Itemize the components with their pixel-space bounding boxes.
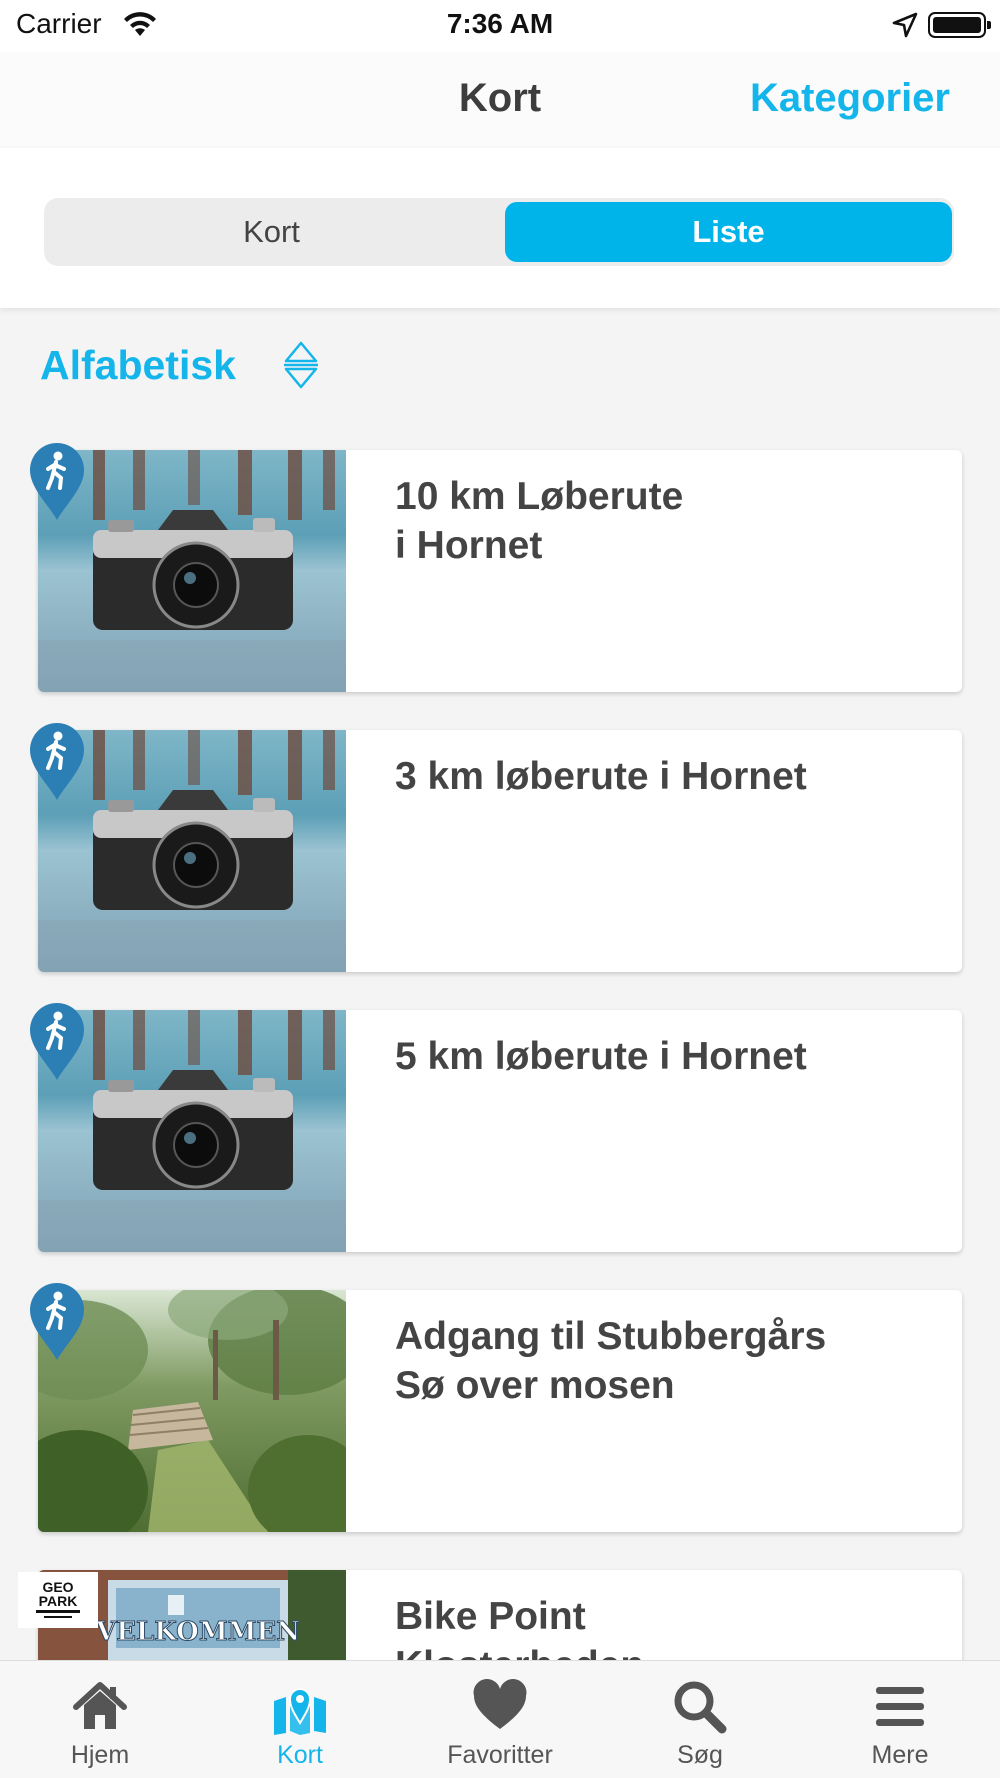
- list-item-title: 5 km løberute i Hornet: [395, 1035, 807, 1078]
- sort-updown-icon[interactable]: [282, 340, 320, 390]
- tab-mere[interactable]: Mere: [800, 1661, 1000, 1778]
- view-toggle-area: Kort Liste: [0, 148, 1000, 308]
- list-item[interactable]: Adgang til Stubbergårs Sø over mosen: [38, 1290, 962, 1532]
- location-arrow-icon: [892, 12, 918, 38]
- list-item[interactable]: 3 km løberute i Hornet: [38, 730, 962, 972]
- segment-liste[interactable]: Liste: [505, 202, 952, 262]
- status-time: 7:36 AM: [446, 8, 554, 39]
- navigation-bar: Kort Kategorier: [0, 52, 1000, 148]
- walking-person-icon: [30, 1283, 84, 1360]
- battery-icon: [928, 12, 991, 38]
- status-bar: Carrier 7:36 AM: [0, 0, 1000, 52]
- search-icon: [674, 1681, 727, 1734]
- tab-sog[interactable]: Søg: [600, 1661, 800, 1778]
- tab-hjem[interactable]: Hjem: [0, 1661, 200, 1778]
- map-icon: [274, 1688, 326, 1735]
- tab-bar: Hjem Kort Favoritter Søg Mere: [0, 1660, 1000, 1778]
- categories-button[interactable]: Kategorier: [750, 76, 950, 121]
- list-item[interactable]: 5 km løberute i Hornet: [38, 1010, 962, 1252]
- sort-label[interactable]: Alfabetisk: [40, 342, 236, 389]
- walking-person-icon: [30, 1003, 84, 1080]
- walking-person-icon: [30, 723, 84, 800]
- tab-label: Søg: [677, 1741, 723, 1769]
- svg-text:PARK: PARK: [39, 1593, 78, 1609]
- geopark-logo: GEO PARK: [18, 1572, 98, 1628]
- tab-favoritter[interactable]: Favoritter: [400, 1661, 600, 1778]
- list-item-title: Adgang til Stubbergårs Sø over mosen: [395, 1315, 827, 1407]
- menu-icon: [876, 1687, 924, 1726]
- tab-kort[interactable]: Kort: [200, 1661, 400, 1778]
- tab-label: Favoritter: [447, 1741, 553, 1769]
- tab-label: Mere: [871, 1741, 929, 1769]
- list-item[interactable]: 10 km Løberute i Hornet: [38, 450, 962, 692]
- tab-label: Kort: [277, 1741, 323, 1769]
- segmented-control: Kort Liste: [44, 198, 954, 266]
- tab-label: Hjem: [70, 1741, 130, 1769]
- heart-icon: [473, 1679, 527, 1729]
- segment-kort[interactable]: Kort: [48, 202, 495, 262]
- walking-person-icon: [30, 443, 84, 520]
- list-item-title: 3 km løberute i Hornet: [395, 755, 807, 798]
- home-icon: [73, 1682, 127, 1729]
- list-item-title: 10 km Løberute i Hornet: [395, 475, 684, 567]
